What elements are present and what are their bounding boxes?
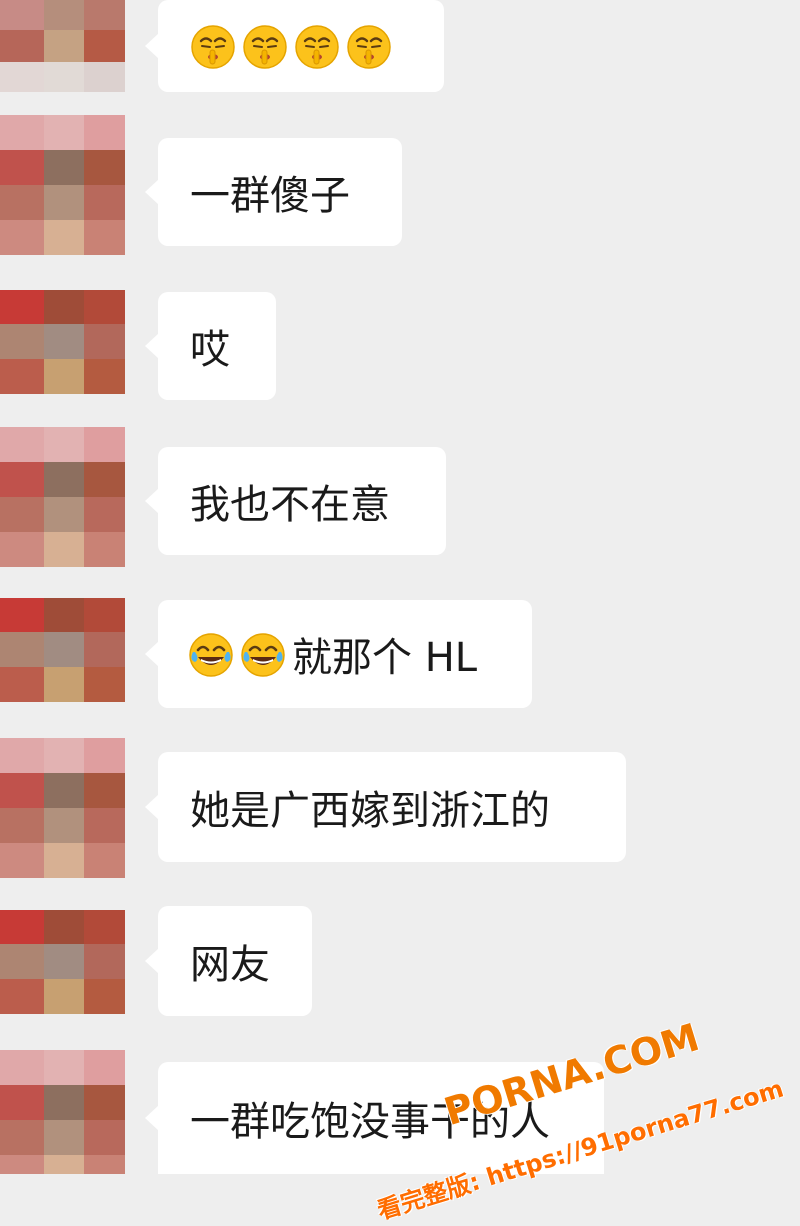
message-bubble[interactable]: 就那个 HL <box>145 600 532 708</box>
message-text: 一群傻子 <box>190 173 350 219</box>
message-text: 一群吃饱没事干的人 <box>190 1099 550 1145</box>
avatar[interactable] <box>0 738 125 878</box>
message-bubble[interactable]: 哎 <box>145 292 276 400</box>
shushing-face-icon <box>190 24 236 70</box>
avatar[interactable] <box>0 598 125 702</box>
shushing-face-icon <box>346 24 392 70</box>
avatar[interactable] <box>0 115 125 255</box>
message-bubble[interactable]: 我也不在意 <box>145 447 446 555</box>
message-bubble[interactable]: 一群傻子 <box>145 138 402 246</box>
message-text: 哎 <box>190 327 230 373</box>
avatar[interactable] <box>0 910 125 1014</box>
message-bubble[interactable]: 网友 <box>145 906 312 1016</box>
message-text: 她是广西嫁到浙江的 <box>190 788 550 834</box>
avatar[interactable] <box>0 427 125 567</box>
shushing-face-icon <box>294 24 340 70</box>
message-text: 就那个 HL <box>292 635 478 681</box>
message-bubble[interactable]: 一群吃饱没事干的人 <box>145 1062 604 1174</box>
tears-of-joy-icon <box>188 632 234 678</box>
avatar[interactable] <box>0 290 125 394</box>
emoji-group <box>188 630 292 678</box>
avatar[interactable] <box>0 0 125 92</box>
message-bubble[interactable]: 她是广西嫁到浙江的 <box>145 752 626 862</box>
avatar[interactable] <box>0 1050 125 1174</box>
message-bubble[interactable] <box>145 0 444 92</box>
message-text: 网友 <box>190 942 270 988</box>
tears-of-joy-icon <box>240 632 286 678</box>
message-text: 我也不在意 <box>190 482 390 528</box>
shushing-face-icon <box>242 24 288 70</box>
emoji-group <box>190 22 398 70</box>
